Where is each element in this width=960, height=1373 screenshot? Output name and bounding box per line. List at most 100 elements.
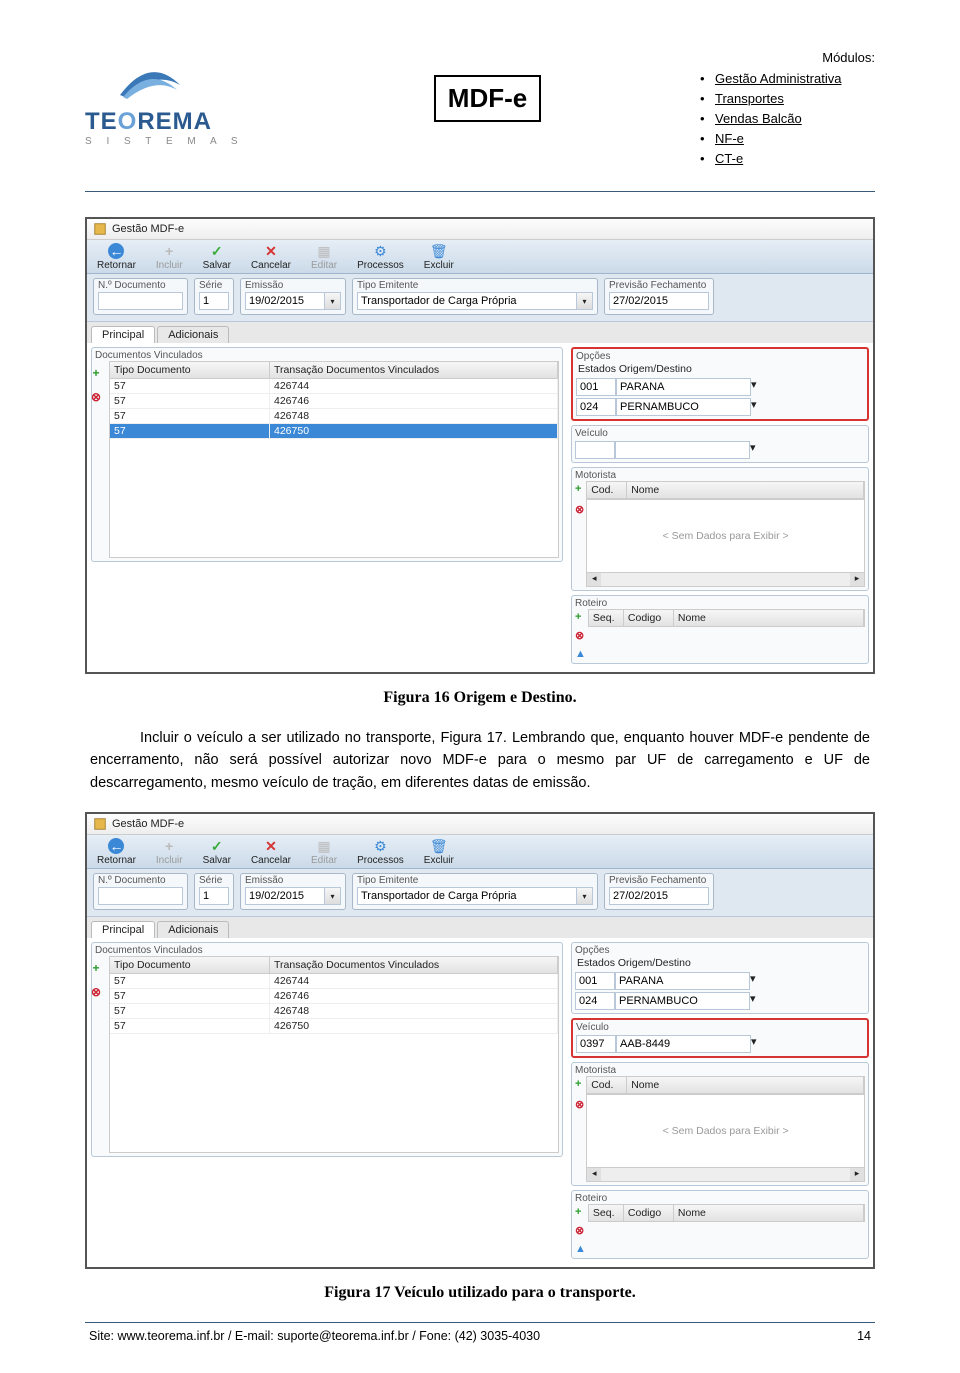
- salvar-button[interactable]: ✓Salvar: [193, 835, 241, 868]
- trash-icon: 🗑: [431, 838, 447, 854]
- table-row[interactable]: 57426746: [110, 394, 558, 409]
- plus-icon[interactable]: +: [575, 1078, 584, 1090]
- origem-code-input[interactable]: [575, 972, 615, 990]
- serie-input[interactable]: [199, 292, 229, 310]
- veiculo-code-input[interactable]: [575, 441, 615, 459]
- destino-name-input[interactable]: [615, 992, 750, 1010]
- docs-grid[interactable]: 57426744574267465742674857426750: [109, 973, 559, 1153]
- tab-adicionais[interactable]: Adicionais: [157, 921, 229, 938]
- veiculo-name-input[interactable]: [616, 1035, 751, 1053]
- destino-name-input[interactable]: [616, 398, 751, 416]
- ndoc-label: N.º Documento: [98, 280, 183, 291]
- chevron-down-icon[interactable]: ▾: [325, 292, 341, 310]
- table-row[interactable]: 57426748: [110, 409, 558, 424]
- delete-icon[interactable]: ⊗: [89, 390, 103, 404]
- window-titlebar: Gestão MDF-e: [87, 219, 873, 240]
- veiculo-code-input[interactable]: [576, 1035, 616, 1053]
- chevron-down-icon[interactable]: ▾: [751, 398, 757, 416]
- chevron-down-icon[interactable]: ▾: [750, 992, 756, 1010]
- plus-icon[interactable]: +: [575, 483, 584, 495]
- scroll-left-icon[interactable]: ◂: [587, 1168, 601, 1181]
- salvar-button[interactable]: ✓Salvar: [193, 240, 241, 273]
- table-row[interactable]: 57426750: [110, 1019, 558, 1034]
- scroll-right-icon[interactable]: ▸: [850, 1168, 864, 1181]
- tabs: Principal Adicionais: [87, 322, 873, 343]
- chevron-down-icon[interactable]: ▾: [751, 1035, 757, 1053]
- tab-principal[interactable]: Principal: [91, 326, 155, 343]
- paragraph-1: Incluir o veículo a ser utilizado no tra…: [90, 727, 870, 794]
- nodata-text: < Sem Dados para Exibir >: [587, 1095, 864, 1167]
- delete-icon[interactable]: ⊗: [575, 1224, 586, 1237]
- up-icon[interactable]: ▲: [575, 648, 586, 660]
- trash-icon: 🗑: [431, 243, 447, 259]
- retornar-button[interactable]: ←Retornar: [87, 835, 146, 868]
- scroll-left-icon[interactable]: ◂: [587, 573, 601, 586]
- delete-icon[interactable]: ⊗: [575, 629, 586, 642]
- processos-button[interactable]: ⚙Processos: [347, 240, 414, 273]
- incluir-button[interactable]: +Incluir: [146, 835, 193, 868]
- back-icon: ←: [108, 243, 124, 259]
- col-tipo: Tipo Documento: [110, 957, 270, 973]
- emissao-input[interactable]: [245, 292, 325, 310]
- origem-name-input[interactable]: [615, 972, 750, 990]
- incluir-button[interactable]: +Incluir: [146, 240, 193, 273]
- delete-icon[interactable]: ⊗: [575, 503, 584, 516]
- destino-code-input[interactable]: [576, 398, 616, 416]
- serie-input[interactable]: [199, 887, 229, 905]
- gear-icon: ⚙: [372, 243, 388, 259]
- veiculo-name-input[interactable]: [615, 441, 750, 459]
- chevron-down-icon[interactable]: ▾: [577, 292, 593, 310]
- plus-icon[interactable]: +: [575, 611, 586, 623]
- tab-principal[interactable]: Principal: [91, 921, 155, 938]
- tabs: Principal Adicionais: [87, 917, 873, 938]
- processos-button[interactable]: ⚙Processos: [347, 835, 414, 868]
- plus-icon[interactable]: +: [575, 1206, 586, 1218]
- up-icon[interactable]: ▲: [575, 1243, 586, 1255]
- delete-icon[interactable]: ⊗: [89, 985, 103, 999]
- plus-icon[interactable]: +: [89, 366, 103, 380]
- module-item: Gestão Administrativa: [690, 71, 875, 86]
- chevron-down-icon[interactable]: ▾: [325, 887, 341, 905]
- table-row[interactable]: 57426748: [110, 1004, 558, 1019]
- emissao-input[interactable]: [245, 887, 325, 905]
- table-row[interactable]: 57426746: [110, 989, 558, 1004]
- excluir-button[interactable]: 🗑Excluir: [414, 240, 464, 273]
- retornar-button[interactable]: ←Retornar: [87, 240, 146, 273]
- ndoc-input[interactable]: [98, 292, 183, 310]
- destino-code-input[interactable]: [575, 992, 615, 1010]
- tipoemit-input[interactable]: [357, 887, 577, 905]
- editar-button[interactable]: ▦Editar: [301, 240, 347, 273]
- motorista-title: Motorista: [575, 1065, 865, 1076]
- chevron-down-icon[interactable]: ▾: [751, 378, 757, 396]
- editar-button[interactable]: ▦Editar: [301, 835, 347, 868]
- tipoemit-input[interactable]: [357, 292, 577, 310]
- plus-icon[interactable]: +: [89, 961, 103, 975]
- x-icon: ✕: [263, 838, 279, 854]
- col-seq: Seq.: [589, 610, 624, 626]
- motorista-panel: Motorista + ⊗ Cod.Nome < Sem Dados para …: [571, 467, 869, 591]
- gear-icon: ⚙: [372, 838, 388, 854]
- origem-name-input[interactable]: [616, 378, 751, 396]
- chevron-down-icon[interactable]: ▾: [750, 972, 756, 990]
- ndoc-input[interactable]: [98, 887, 183, 905]
- table-row[interactable]: 57426744: [110, 974, 558, 989]
- cancelar-button[interactable]: ✕Cancelar: [241, 240, 301, 273]
- chevron-down-icon[interactable]: ▾: [750, 441, 756, 459]
- veiculo-title: Veículo: [576, 1022, 864, 1033]
- prev-input[interactable]: [609, 292, 709, 310]
- delete-icon[interactable]: ⊗: [575, 1098, 584, 1111]
- scroll-right-icon[interactable]: ▸: [850, 573, 864, 586]
- hscrollbar[interactable]: ◂▸: [586, 1168, 865, 1182]
- origem-code-input[interactable]: [576, 378, 616, 396]
- cancelar-button[interactable]: ✕Cancelar: [241, 835, 301, 868]
- table-row[interactable]: 57426744: [110, 379, 558, 394]
- prev-input[interactable]: [609, 887, 709, 905]
- tab-adicionais[interactable]: Adicionais: [157, 326, 229, 343]
- hscrollbar[interactable]: ◂▸: [586, 573, 865, 587]
- chevron-down-icon[interactable]: ▾: [577, 887, 593, 905]
- docs-grid[interactable]: 57426744574267465742674857426750: [109, 378, 559, 558]
- motorista-panel: Motorista + ⊗ Cod.Nome < Sem Dados para …: [571, 1062, 869, 1186]
- modules-list: Módulos: Gestão Administrativa Transport…: [690, 50, 875, 171]
- table-row[interactable]: 57426750: [110, 424, 558, 439]
- excluir-button[interactable]: 🗑Excluir: [414, 835, 464, 868]
